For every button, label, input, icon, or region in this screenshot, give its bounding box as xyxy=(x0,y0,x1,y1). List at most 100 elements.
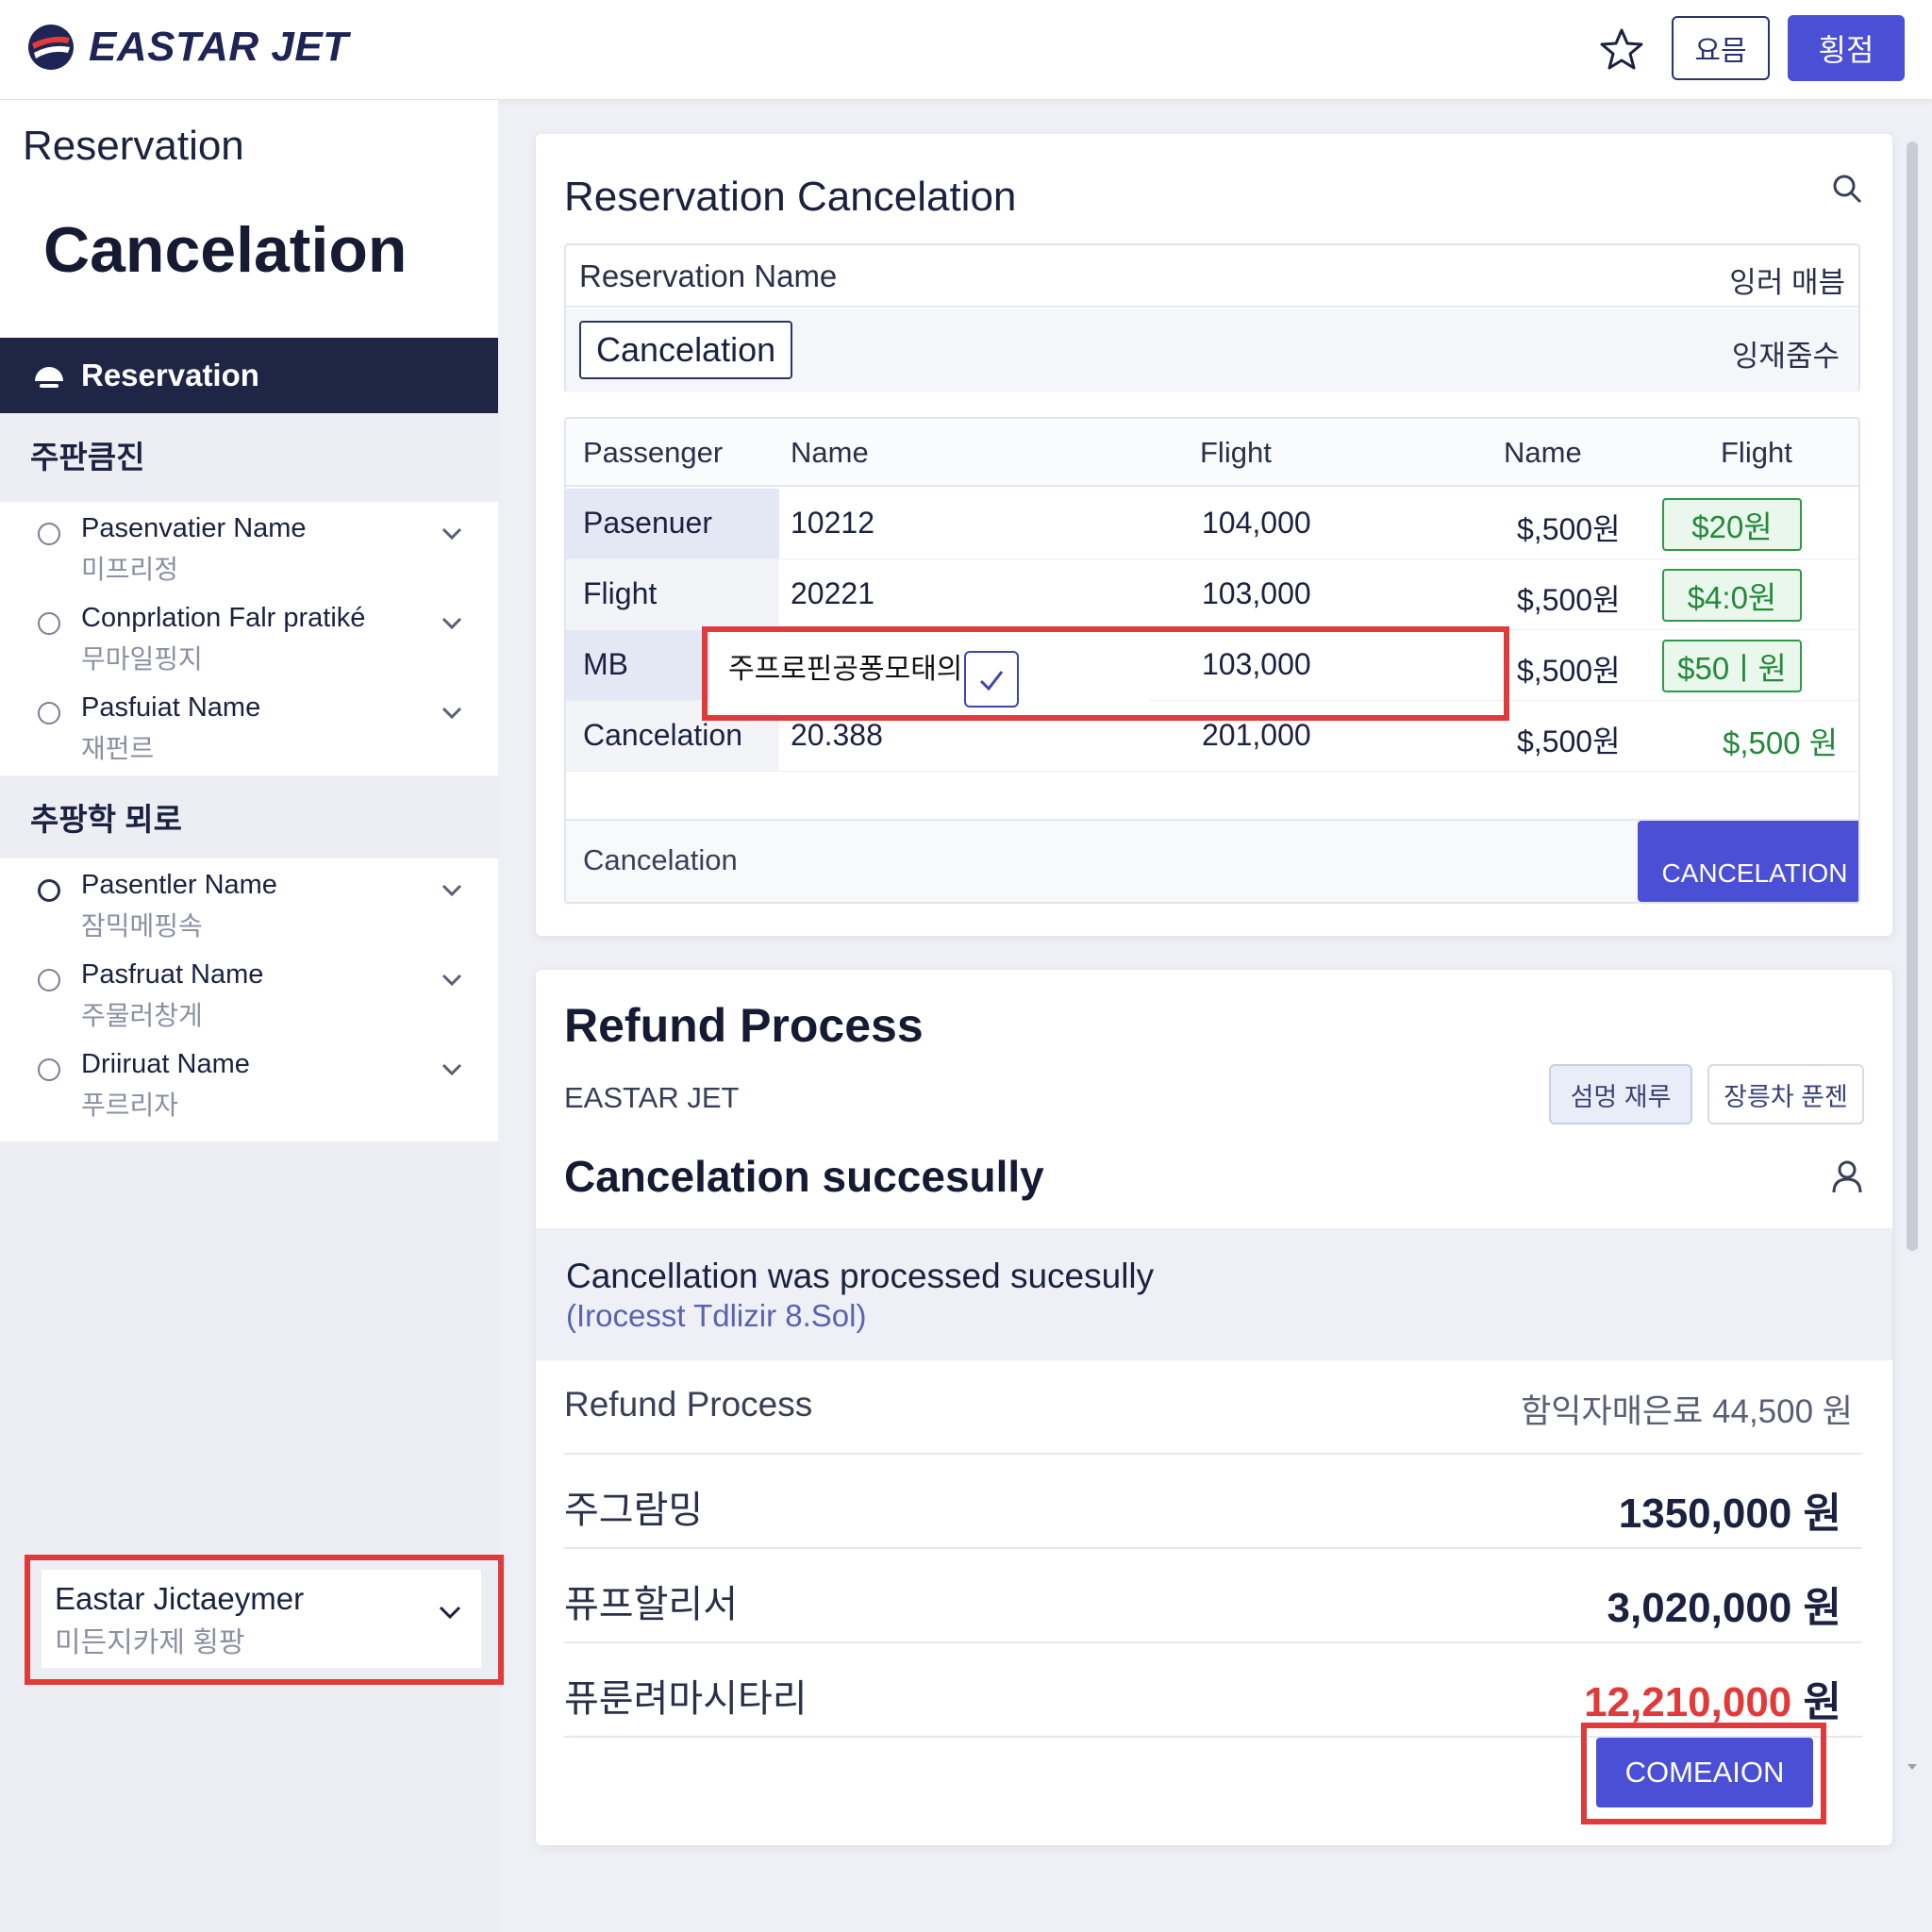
summary-label: 주그람밍 xyxy=(564,1490,704,1531)
cell: Pasenuer xyxy=(583,506,712,540)
sidebar-title: Cancelation xyxy=(43,214,408,286)
name-panel-header: Reservation Name 잉러 매븜 xyxy=(566,245,1858,308)
column-header: Name xyxy=(791,436,869,469)
summary-value: 함익자매은료 44,500 원 xyxy=(1521,1393,1853,1430)
cell: $,500원 xyxy=(1517,724,1621,758)
status-title: Cancelation succesully xyxy=(564,1152,1044,1201)
highlight-box xyxy=(702,626,1509,721)
sidebar-header: Reservation Cancelation xyxy=(0,100,498,338)
footer-label: Cancelation xyxy=(583,843,738,876)
radio-button[interactable] xyxy=(38,702,60,724)
amount-text: $,500 원 xyxy=(1723,725,1839,760)
value-right: 잉재줌수 xyxy=(1731,340,1840,373)
sidebar-item-reservation[interactable]: Reservation xyxy=(0,338,498,413)
brand-name: EASTAR JET xyxy=(89,24,349,70)
cell: 10212 xyxy=(791,506,874,540)
summary-value: 1350,000 원 xyxy=(1618,1491,1841,1537)
summary-row: 퓨프할리서 3,020,000 원 xyxy=(564,1549,1862,1643)
chevron-down-icon[interactable] xyxy=(440,610,464,635)
table-row[interactable]: Pasenuer 10212 104,000 $,500원 $20원 xyxy=(566,489,1858,559)
filter-pill[interactable]: 섬멍 재루 xyxy=(1549,1064,1692,1124)
search-icon[interactable] xyxy=(1830,172,1864,206)
item-name: Pasentler Name xyxy=(81,870,277,900)
sidebar-item-label: Reservation xyxy=(81,358,259,392)
cell: 20.388 xyxy=(791,718,883,752)
notice-detail: (Irocesst Tdlizir 8.Sol) xyxy=(566,1298,867,1333)
confirm-highlight: COMEAION xyxy=(1581,1723,1826,1824)
cancelation-button[interactable]: CANCELATION xyxy=(1638,821,1858,902)
item-name: Conprlation Falr pratiké xyxy=(81,603,366,633)
summary-label: 퓨룬려마시타리 xyxy=(564,1678,808,1720)
column-header: Passenger xyxy=(583,436,724,469)
chevron-down-icon[interactable] xyxy=(440,877,464,902)
column-header: Name xyxy=(1504,436,1582,469)
scrollbar[interactable] xyxy=(1904,138,1921,1779)
radio-button[interactable] xyxy=(38,1058,60,1081)
summary-value: 3,020,000 원 xyxy=(1607,1585,1841,1631)
summary-label: Refund Process xyxy=(564,1385,813,1424)
brand-logo[interactable]: EASTAR JET xyxy=(26,23,349,72)
chevron-down-icon[interactable] xyxy=(440,967,464,991)
chevron-down-icon[interactable] xyxy=(440,1057,464,1081)
item-subtext: 주물러창게 xyxy=(81,1001,203,1030)
filter-pill[interactable]: 장릉차 푼젠 xyxy=(1707,1064,1864,1124)
cell: 104,000 xyxy=(1202,506,1311,540)
item-subtext: 재펀르 xyxy=(81,734,155,763)
scrollbar-thumb[interactable] xyxy=(1907,142,1918,1251)
table-row[interactable]: Flight 20221 103,000 $,500원 $4:0원 xyxy=(566,559,1858,630)
sidebar-list-item[interactable]: Pasenvatier Name 미프리정 xyxy=(0,502,498,591)
confirm-button[interactable]: COMEAION xyxy=(1596,1738,1813,1807)
sidebar-list-item[interactable]: Pasentler Name 잠믹메핑속 xyxy=(0,858,498,948)
reservation-cancel-card: Reservation Cancelation Reservation Name… xyxy=(536,134,1892,936)
header-outline-button[interactable]: 요믐 xyxy=(1672,16,1770,80)
sidebar-group-label: 주판큼진 xyxy=(30,440,145,475)
column-header: Flight xyxy=(1200,436,1272,469)
cell: Cancelation xyxy=(583,718,742,752)
star-icon[interactable] xyxy=(1598,26,1645,74)
success-notice: Cancellation was processed sucesully (Ir… xyxy=(536,1228,1892,1360)
refund-process-card: Refund Process EASTAR JET 섬멍 재루 장릉차 푼젠 C… xyxy=(536,970,1892,1845)
chevron-down-icon[interactable] xyxy=(440,700,464,724)
sidebar-list-item[interactable]: Conprlation Falr pratiké 무마일핑지 xyxy=(0,591,498,681)
account-dropdown[interactable]: Eastar Jictaeymer 미든지카제 횡팡 xyxy=(42,1570,481,1668)
user-icon[interactable] xyxy=(1830,1158,1864,1194)
item-subtext: 푸르리자 xyxy=(81,1091,179,1120)
cell: $,500원 xyxy=(1517,583,1621,617)
total-amount: 12,210,000 xyxy=(1584,1679,1792,1725)
summary-row: 주그람밍 1350,000 원 xyxy=(564,1455,1862,1549)
cell: Flight xyxy=(583,576,658,610)
scroll-down-icon[interactable] xyxy=(1906,1760,1919,1774)
radio-button-selected[interactable] xyxy=(38,879,60,902)
account-subtext: 미든지카제 횡팡 xyxy=(55,1627,245,1658)
chevron-down-icon[interactable] xyxy=(436,1598,464,1626)
dome-icon xyxy=(35,367,63,388)
amount-badge[interactable]: $4:0원 xyxy=(1662,569,1802,622)
table-footer: Cancelation CANCELATION xyxy=(566,819,1858,902)
radio-button[interactable] xyxy=(38,612,60,635)
sidebar-list-item[interactable]: Pasfuiat Name 재펀르 xyxy=(0,681,498,771)
field-label: Reservation Name xyxy=(579,258,838,293)
item-subtext: 잠믹메핑속 xyxy=(81,911,203,941)
reservation-name-chip[interactable]: Cancelation xyxy=(579,321,793,379)
cell: 103,000 xyxy=(1202,576,1311,610)
cell: $,500원 xyxy=(1517,654,1621,688)
name-panel-value-row: Cancelation 잉재줌수 xyxy=(566,309,1858,392)
cell: $,500원 xyxy=(1517,512,1621,546)
cell: MB xyxy=(583,647,628,681)
amount-badge[interactable]: $20원 xyxy=(1662,498,1802,551)
header-primary-button[interactable]: 횡점 xyxy=(1788,15,1905,81)
sidebar-list-item[interactable]: Pasfruat Name 주물러창게 xyxy=(0,948,498,1038)
notice-message: Cancellation was processed sucesully xyxy=(566,1257,1155,1295)
item-subtext: 무마일핑지 xyxy=(81,644,203,674)
sidebar-group-label: 추팡학 뫼로 xyxy=(30,802,182,837)
chevron-down-icon[interactable] xyxy=(440,521,464,545)
sidebar-list-item[interactable]: Driiruat Name 푸르리자 xyxy=(0,1038,498,1127)
radio-button[interactable] xyxy=(38,523,60,545)
summary-total: 12,210,000 원 xyxy=(1584,1668,1841,1728)
cell: 201,000 xyxy=(1202,718,1311,752)
amount-badge[interactable]: $50ㅣ원 xyxy=(1662,640,1802,692)
item-name: Pasfruat Name xyxy=(81,959,264,990)
radio-button[interactable] xyxy=(38,969,60,991)
card-title: Refund Process xyxy=(564,999,924,1052)
item-name: Pasenvatier Name xyxy=(81,513,307,543)
